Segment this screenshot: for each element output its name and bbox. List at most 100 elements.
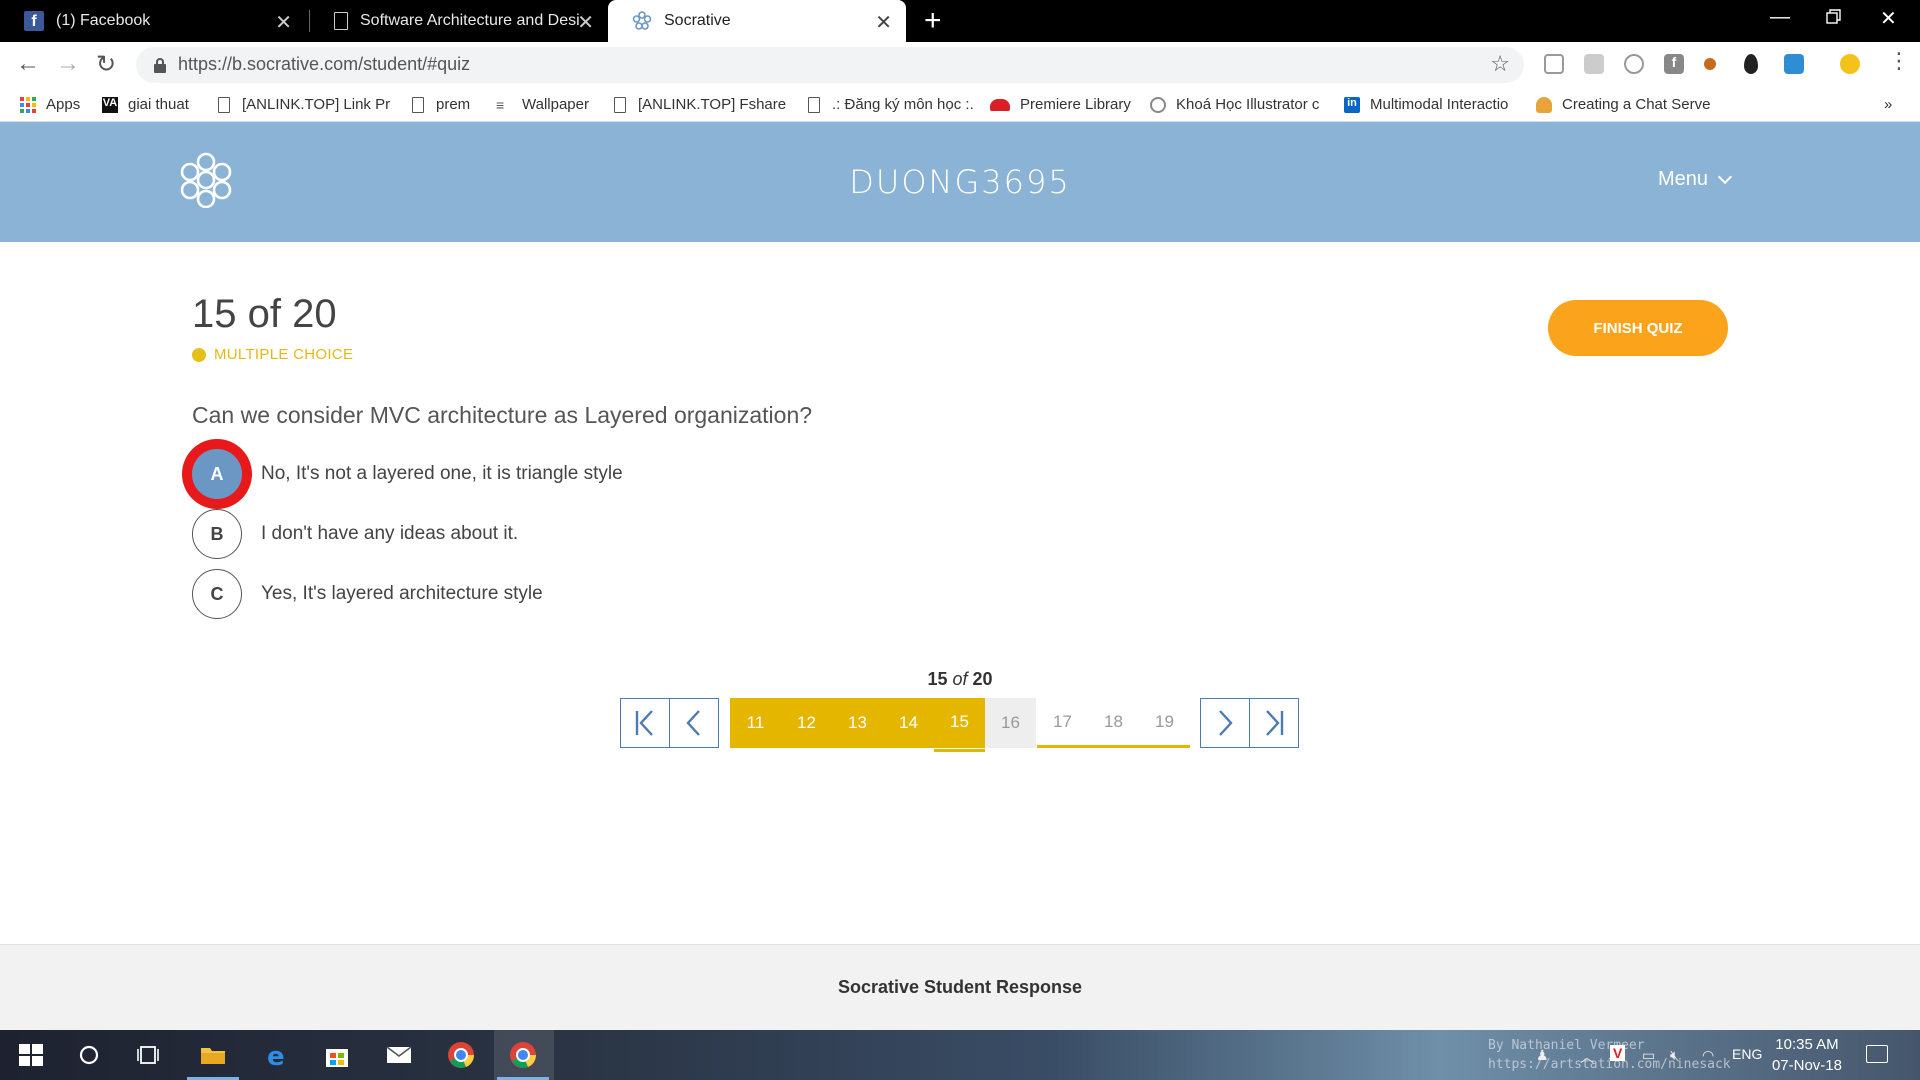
bookmark-multimodal[interactable]: in Multimodal Interactio [1344,96,1508,113]
bookmark-prem[interactable]: prem [412,96,470,113]
answer-letter[interactable]: B [192,509,242,559]
mail-icon[interactable] [384,1040,414,1070]
url-text[interactable]: https://b.socrative.com/student/#quiz [178,54,470,75]
close-window-button[interactable]: ✕ [1880,6,1897,31]
reload-icon[interactable]: ↻ [96,50,116,79]
bookmark-giai-thuat[interactable]: VA giai thuat [102,96,189,113]
windows-start-icon[interactable] [16,1040,46,1070]
tab-title: Socrative [664,12,731,29]
task-view-icon[interactable] [134,1040,164,1070]
avatar-icon [1536,96,1552,113]
bookmark-label: prem [436,96,471,113]
bookmark-wallpaper[interactable]: ≡ Wallpaper [496,96,589,113]
extension-drop-icon[interactable] [1744,54,1758,74]
bookmarks-overflow-button[interactable]: » [1884,96,1892,113]
page-16[interactable]: 16 [985,698,1036,748]
next-page-button[interactable] [1200,698,1250,748]
question-type-label: MULTIPLE CHOICE [214,346,354,363]
page-17[interactable]: 17 [1037,698,1088,748]
extension-cookie-icon[interactable] [1704,58,1716,70]
extension-cube-icon[interactable] [1544,54,1564,74]
last-page-button[interactable] [1249,698,1299,748]
language-indicator[interactable]: ENG [1732,1046,1762,1062]
volume-muted-icon[interactable]: 🔇︎ [1670,1047,1679,1064]
tab-software-architecture[interactable]: Software Architecture and Desig ✕ [310,0,608,42]
answer-text[interactable]: Yes, It's layered architecture style [261,583,543,605]
bookmark-anlink-2[interactable]: [ANLINK.TOP] Fshare [614,96,786,113]
page-13[interactable]: 13 [832,698,883,748]
answer-letter[interactable]: C [192,569,242,619]
bookmark-premiere-library[interactable]: Premiere Library [990,96,1131,113]
store-icon[interactable] [322,1040,352,1070]
question-text: Can we consider MVC architecture as Laye… [192,402,813,428]
chrome-icon[interactable] [446,1040,476,1070]
question-progress: 15 of 20 [192,292,337,336]
new-tab-button[interactable]: + [924,4,942,38]
finish-quiz-button[interactable]: FINISH QUIZ [1548,300,1728,356]
chrome-active-icon[interactable] [508,1040,538,1070]
linkedin-icon: in [1344,96,1360,113]
menu-dots-icon[interactable]: ⋮ [1888,48,1910,74]
document-icon [334,12,348,30]
close-icon[interactable]: ✕ [275,10,292,35]
page-12[interactable]: 12 [781,698,832,748]
search-circle-icon[interactable] [74,1040,104,1070]
answer-option-b[interactable]: B I don't have any ideas about it. [192,509,518,559]
answer-text[interactable]: No, It's not a layered one, it is triang… [261,463,623,485]
answer-text[interactable]: I don't have any ideas about it. [261,523,518,545]
extension-translate-icon[interactable] [1784,54,1804,74]
document-icon [614,96,626,113]
close-icon[interactable]: ✕ [577,10,594,35]
page-15[interactable]: 15 [934,698,985,752]
bookmark-chat-server[interactable]: Creating a Chat Serve [1536,96,1710,113]
people-icon[interactable]: ♟ [1536,1047,1549,1064]
bookmark-label: .: Đăng ký môn học :. [832,96,974,113]
system-clock[interactable]: 10:35 AM 07-Nov-18 [1772,1034,1842,1076]
close-icon[interactable]: ✕ [875,10,892,35]
bookmark-dang-ky[interactable]: .: Đăng ký môn học :. [808,96,974,113]
file-explorer-icon[interactable] [198,1040,228,1070]
wifi-icon[interactable]: ◠ [1702,1047,1714,1064]
address-bar[interactable]: https://b.socrative.com/student/#quiz ☆ [136,47,1524,83]
extension-facebook-icon[interactable]: f [1664,54,1684,74]
bookmark-illustrator[interactable]: Khoá Học Illustrator c [1150,96,1319,113]
last-page-icon [1266,710,1284,736]
profile-avatar-icon[interactable] [1840,54,1860,74]
extension-chat-icon[interactable] [1584,54,1604,74]
svg-text:e: e [267,1042,285,1070]
document-icon [808,96,820,113]
page-11[interactable]: 11 [730,698,781,748]
globe-icon [1150,96,1166,113]
answer-option-a[interactable]: A No, It's not a layered one, it is tria… [192,449,623,499]
page-19[interactable]: 19 [1139,698,1190,748]
pagination-label: 15 of 20 [0,669,1920,690]
forward-arrow-icon[interactable]: → [56,50,80,78]
tab-facebook[interactable]: f (1) Facebook ✕ [0,0,306,42]
restore-button[interactable] [1826,8,1842,31]
minimize-button[interactable]: — [1770,6,1790,29]
back-arrow-icon[interactable]: ← [16,50,40,78]
edge-browser-icon[interactable]: e [262,1040,292,1070]
pagination-total: 20 [972,669,993,689]
prev-page-button[interactable] [669,698,719,748]
footer-text: Socrative Student Response [837,977,1083,997]
menu-dropdown[interactable]: Menu [1658,168,1733,191]
browser-tab-strip: f (1) Facebook ✕ Software Architecture a… [0,0,1920,42]
battery-icon[interactable]: ▭ [1642,1047,1655,1064]
vivaldi-tray-icon[interactable]: V [1610,1045,1626,1061]
chevron-up-icon[interactable]: ︿ [1580,1047,1594,1067]
bookmark-star-icon[interactable]: ☆ [1490,51,1510,77]
page-18[interactable]: 18 [1088,698,1139,748]
notification-icon[interactable] [1866,1045,1888,1063]
answer-option-c[interactable]: C Yes, It's layered architecture style [192,569,543,619]
bookmark-apps[interactable]: Apps [20,96,80,113]
extension-circle-icon[interactable] [1624,54,1644,74]
answer-letter[interactable]: A [192,449,242,499]
page-14[interactable]: 14 [883,698,934,748]
tab-socrative[interactable]: Socrative ✕ [608,0,906,42]
chevron-down-icon [1717,169,1733,184]
first-page-button[interactable] [620,698,670,748]
bookmark-anlink-1[interactable]: [ANLINK.TOP] Link Pr [218,96,390,113]
chevron-left-icon [686,710,700,736]
socrative-icon [632,11,652,30]
